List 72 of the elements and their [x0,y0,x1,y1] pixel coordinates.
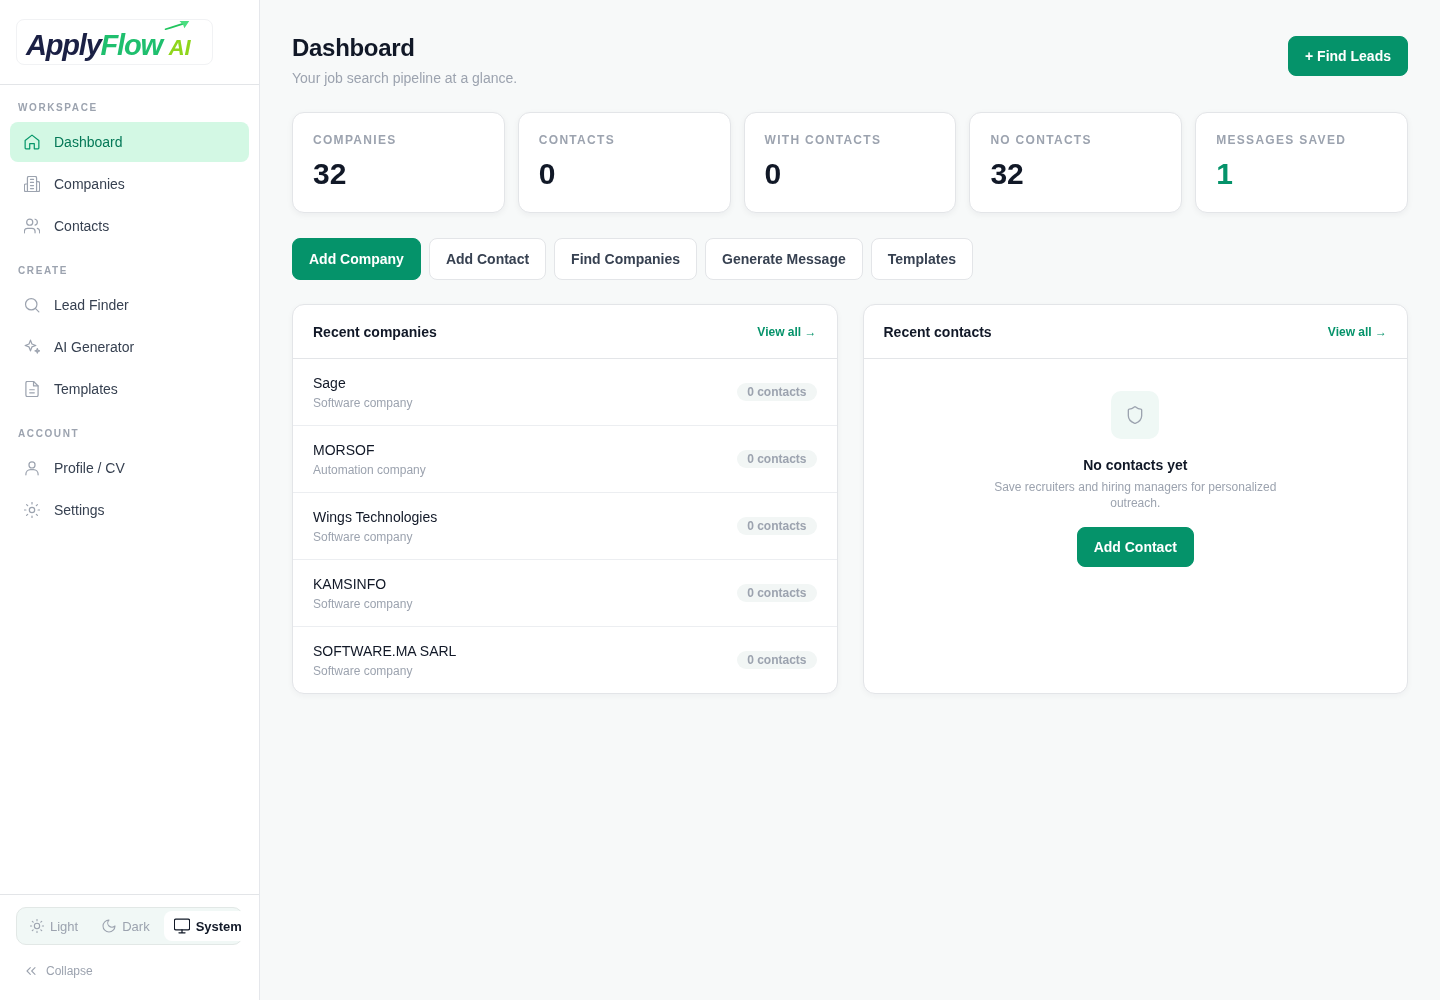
company-row[interactable]: Wings Technologies Software company 0 contacts [293,493,837,560]
company-name: Sage [313,373,347,392]
logo[interactable]: ApplyFlow AI [16,19,213,65]
company-name: Wings Technologies [313,507,438,526]
quick-action-button[interactable]: Templates [870,238,973,280]
stat-label: COMPANIES [313,133,398,147]
moon-icon [102,919,117,933]
add-contact-button[interactable]: Add Contact [1076,527,1194,567]
stat-label: NO CONTACTS [990,133,1093,147]
stat-label: CONTACTS [538,133,616,147]
company-type: Automation company [313,461,426,478]
user-icon [24,460,40,476]
contact-count: 0 contacts [737,584,817,602]
company-type: Software company [313,662,414,679]
search-icon [24,297,40,313]
home-icon [24,134,40,150]
logo-text: ApplyFlow AI [26,31,191,59]
section-label: CREATE [18,265,69,277]
empty-title: No contacts yet [1083,457,1188,473]
monitor-icon [173,918,190,934]
quick-action-button[interactable]: Generate Message [705,238,863,280]
company-row[interactable]: Sage Software company 0 contacts [293,359,837,426]
users-icon [24,218,40,234]
stat-value: 0 [764,156,783,192]
page-title: Dashboard [292,34,416,62]
quick-action-button[interactable]: Add Contact [428,238,547,280]
view-all-link[interactable]: View all → [757,324,817,339]
document-icon [24,381,40,397]
nav-item[interactable]: AI Generator [10,327,249,367]
nav-item[interactable]: Lead Finder [10,285,249,325]
contact-count: 0 contacts [737,450,817,468]
find-leads-button[interactable]: + Find Leads [1288,36,1408,76]
company-name: MORSOF [313,440,376,459]
company-type: Software company [313,528,414,545]
empty-description: Save recruiters and hiring managers for personalized outreach. [993,479,1278,511]
nav-item[interactable]: Settings [10,490,249,530]
nav-item[interactable]: Profile / CV [10,448,249,488]
company-type: Software company [313,394,413,411]
chevrons-left-icon [24,964,38,978]
contact-count: 0 contacts [737,517,817,535]
nav-item[interactable]: Companies [10,164,249,204]
quick-action-button[interactable]: Add Company [292,238,421,280]
panel-title: Recent companies [313,323,437,340]
stat-label: WITH CONTACTS [764,133,883,147]
stat-value: 0 [538,156,557,192]
view-all-link[interactable]: View all → [1327,324,1387,339]
nav-item[interactable]: Dashboard [10,122,249,162]
section-label: ACCOUNT [18,428,81,440]
stat-value: 32 [990,156,1025,192]
company-row[interactable]: KAMSINFO Software company 0 contacts [293,560,837,627]
company-name: KAMSINFO [313,574,388,593]
sun-icon [24,502,40,518]
quick-action-button[interactable]: Find Companies [554,238,697,280]
company-type: Software company [313,595,413,612]
shield-icon [1111,391,1160,439]
stat-value: 1 [1216,156,1234,192]
stat-label: MESSAGES SAVED [1216,133,1348,147]
company-row[interactable]: MORSOF Automation company 0 contacts [293,426,837,493]
stat-value: 32 [313,156,348,192]
nav-item[interactable]: Contacts [10,206,249,246]
company-row[interactable]: SOFTWARE.MA SARL Software company 0 contacts [293,627,837,693]
arrow-icon [163,21,191,30]
sparkles-icon [24,339,40,355]
page-subtitle: Your job search pipeline at a glance. [292,69,518,88]
contact-count: 0 contacts [737,383,817,401]
company-name: SOFTWARE.MA SARL [313,641,457,660]
nav-item[interactable]: Templates [10,369,249,409]
section-label: WORKSPACE [18,102,99,114]
building-icon [24,176,40,192]
sun-icon [30,919,44,933]
panel-title: Recent contacts [883,323,992,340]
contact-count: 0 contacts [737,651,817,669]
